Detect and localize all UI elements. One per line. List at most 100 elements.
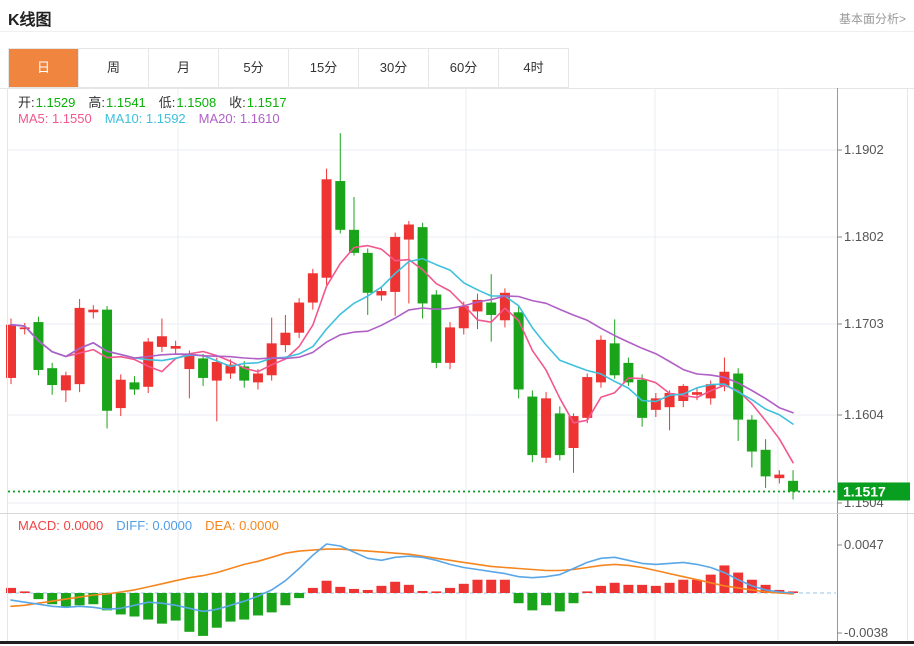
ma-legend: MA5: 1.1550MA10: 1.1592MA20: 1.1610 — [18, 111, 293, 126]
macd-hist-bar — [322, 581, 332, 593]
macd-hist-bar — [33, 593, 43, 599]
macd-hist-bar — [541, 593, 551, 605]
tab-15分[interactable]: 15分 — [289, 49, 359, 87]
candle-body — [349, 230, 359, 253]
candle-body — [198, 358, 208, 378]
candle-body — [541, 398, 551, 457]
candle-body — [637, 380, 647, 418]
candle-body — [527, 397, 537, 456]
chart-line — [11, 246, 793, 463]
chart-canvas[interactable]: 1.19021.18021.17031.16041.15041.15170.00… — [0, 88, 914, 646]
legend-item: MA10: 1.1592 — [105, 111, 186, 126]
candle-body — [514, 312, 524, 389]
candle-body — [308, 273, 318, 302]
macd-hist-bar — [47, 593, 57, 604]
candle-body — [445, 327, 455, 362]
candle-body — [486, 303, 496, 315]
candle-body — [569, 416, 579, 448]
candle-body — [47, 368, 57, 385]
macd-hist-bar — [116, 593, 126, 614]
macd-hist-bar — [472, 580, 482, 593]
macd-hist-bar — [102, 593, 112, 610]
macd-hist-bar — [719, 565, 729, 593]
macd-legend: MACD: 0.0000DIFF: 0.0000DEA: 0.0000 — [18, 518, 292, 533]
legend-value: 1.1541 — [106, 95, 146, 110]
macd-hist-bar — [637, 585, 647, 593]
macd-hist-bar — [431, 591, 441, 593]
macd-hist-bar — [363, 590, 373, 593]
candle-body — [322, 179, 332, 277]
candle-body — [280, 333, 290, 345]
macd-hist-bar — [445, 588, 455, 593]
macd-hist-bar — [20, 591, 30, 593]
legend-label: 高: — [88, 95, 105, 110]
macd-hist-bar — [143, 593, 153, 620]
page-title: K线图 — [8, 6, 52, 30]
macd-hist-bar — [527, 593, 537, 610]
legend-value: 1.1529 — [36, 95, 76, 110]
macd-hist-bar — [239, 593, 249, 620]
legend-label: 收: — [229, 95, 246, 110]
macd-hist-bar — [500, 580, 510, 593]
tab-5分[interactable]: 5分 — [219, 49, 289, 87]
tab-4时[interactable]: 4时 — [499, 49, 569, 87]
tab-60分[interactable]: 60分 — [429, 49, 499, 87]
macd-hist-bar — [349, 589, 359, 593]
candle-body — [253, 374, 263, 383]
macd-hist-bar — [418, 591, 428, 593]
candle-body — [555, 413, 565, 455]
tab-日[interactable]: 日 — [9, 49, 79, 87]
candle-body — [116, 380, 126, 408]
macd-hist-bar — [335, 587, 345, 593]
candle-body — [335, 181, 345, 230]
tab-周[interactable]: 周 — [79, 49, 149, 87]
macd-hist-bar — [569, 593, 579, 603]
macd-hist-bar — [651, 586, 661, 593]
legend-item: MACD: 0.0000 — [18, 518, 103, 533]
candle-body — [61, 375, 71, 390]
axis-label: 0.0047 — [844, 537, 884, 552]
tab-30分[interactable]: 30分 — [359, 49, 429, 87]
macd-hist-bar — [596, 586, 606, 593]
macd-hist-bar — [486, 580, 496, 593]
chart-line — [11, 259, 793, 425]
candle-body — [184, 356, 194, 369]
macd-hist-bar — [623, 585, 633, 593]
candle-body — [623, 363, 633, 383]
candle-body — [157, 336, 167, 347]
candle-body — [418, 227, 428, 303]
macd-hist-bar — [280, 593, 290, 605]
kline-app: K线图 基本面分析> 日周月5分15分30分60分4时 开:1.1529高:1.… — [0, 0, 914, 646]
candle-body — [610, 343, 620, 375]
ohlc-legend: 开:1.1529高:1.1541低:1.1508收:1.1517 — [18, 92, 300, 111]
macd-hist-bar — [582, 591, 592, 593]
macd-hist-bar — [733, 573, 743, 593]
macd-hist-bar — [308, 588, 318, 593]
macd-hist-bar — [514, 593, 524, 603]
candle-body — [376, 291, 386, 295]
candle-body — [774, 475, 784, 479]
macd-hist-bar — [678, 580, 688, 593]
macd-hist-bar — [198, 593, 208, 636]
macd-hist-bar — [267, 593, 277, 612]
candle-body — [75, 308, 85, 384]
candle-body — [431, 295, 441, 363]
macd-hist-bar — [226, 593, 236, 622]
candle-body — [747, 420, 757, 452]
period-tabbar: 日周月5分15分30分60分4时 — [8, 48, 569, 88]
legend-item: MA5: 1.1550 — [18, 111, 92, 126]
candle-body — [88, 310, 98, 313]
macd-hist-bar — [75, 593, 85, 605]
axis-label: 1.1703 — [844, 316, 884, 331]
axis-label: 1.1604 — [844, 407, 884, 422]
macd-hist-bar — [157, 593, 167, 624]
axis-label: 1.1902 — [844, 142, 884, 157]
candle-body — [102, 310, 112, 411]
legend-value: 1.1508 — [176, 95, 216, 110]
fundamental-analysis-link[interactable]: 基本面分析> — [839, 10, 906, 27]
candle-body — [692, 392, 702, 395]
tab-月[interactable]: 月 — [149, 49, 219, 87]
candle-body — [129, 382, 139, 389]
legend-label: 开: — [18, 95, 35, 110]
chart-line — [11, 549, 793, 606]
